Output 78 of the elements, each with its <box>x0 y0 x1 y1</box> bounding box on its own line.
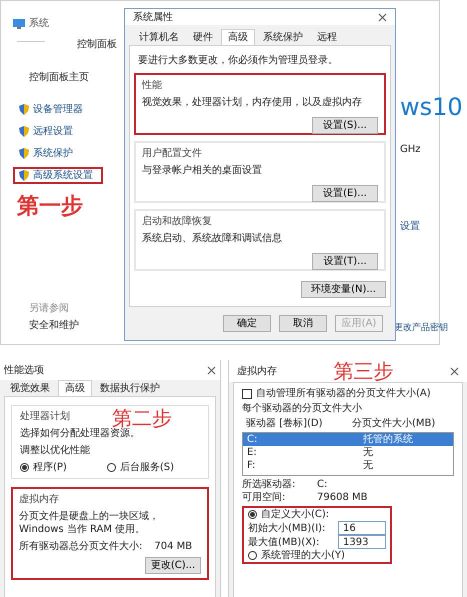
radio-label: 自定义大小(C): <box>261 508 330 521</box>
radio-button[interactable] <box>106 463 116 472</box>
close-icon[interactable] <box>207 366 216 374</box>
settings-link[interactable]: 设置 <box>400 220 420 233</box>
dialog-title: 性能选项 <box>4 364 44 376</box>
window-title: 系统 <box>29 17 49 30</box>
section-label: 每个驱动器的分页文件大小 <box>242 402 363 415</box>
tab[interactable]: 高级 <box>58 380 92 396</box>
step-label: 第三步 <box>334 359 394 383</box>
tab[interactable]: 系统保护 <box>257 29 309 45</box>
breadcrumb[interactable]: 控制面板 <box>77 38 117 51</box>
shield-icon <box>19 126 29 137</box>
group-title: 处理器计划 <box>20 410 70 423</box>
field-label: 最大值(MB)(X): <box>248 536 320 548</box>
tab[interactable]: 高级 <box>221 29 255 45</box>
shield-icon <box>19 170 29 181</box>
drive-row[interactable]: E: 无 <box>243 446 453 459</box>
edition-text: ws10 <box>400 95 463 119</box>
close-icon[interactable] <box>378 12 387 22</box>
sidebar-item[interactable]: 系统保护 <box>13 145 103 162</box>
sidebar-item[interactable]: 设备管理器 <box>13 101 103 118</box>
group-description: 系统启动、系统故障和调试信息 <box>142 232 282 245</box>
dialog-title: 虚拟内存 <box>237 364 277 378</box>
field-value: 704 MB <box>154 540 192 553</box>
notice-text: 要进行大多数更改，你必须作为管理员登录。 <box>138 54 338 67</box>
dialog-button[interactable]: 设置(T)... <box>312 253 378 270</box>
column-header: 驱动器 [卷标](D) <box>245 417 324 430</box>
dialog-button[interactable]: 设置(E)... <box>312 185 378 202</box>
group-description: 选择如何分配处理器资源。 <box>20 428 140 440</box>
step-label: 第一步 <box>17 193 84 221</box>
radio-button[interactable] <box>20 463 29 472</box>
checkbox[interactable] <box>242 388 252 398</box>
column-header: 分页文件大小(MB) <box>352 417 436 430</box>
drive-row[interactable]: C: 托管的系统 <box>243 433 453 446</box>
radio-label: 系统管理的大小(Y) <box>261 549 345 562</box>
drive-row[interactable]: F: 无 <box>243 459 453 472</box>
field-label: 初始大小(MB)(I): <box>248 522 326 534</box>
dialog-title: 系统属性 <box>133 10 173 24</box>
group-title: 虚拟内存 <box>19 493 59 506</box>
tab[interactable]: 数据执行保护 <box>94 380 166 396</box>
group-prompt: 调整以优化性能 <box>20 444 90 457</box>
group-title: 性能 <box>142 79 162 92</box>
close-icon[interactable] <box>450 366 459 376</box>
spec-text: GHz <box>400 143 421 156</box>
group-description: 与登录帐户相关的桌面设置 <box>142 164 262 177</box>
group-title: 启动和故障恢复 <box>142 215 212 228</box>
radio-button[interactable] <box>248 551 257 560</box>
field-label: 所选驱动器: <box>242 478 296 491</box>
radio-label: 程序(P) <box>33 461 67 474</box>
dialog-button[interactable]: 设置(S)... <box>312 117 378 134</box>
field-label: 所有驱动器总分页文件大小: <box>19 540 142 553</box>
radio-button[interactable] <box>248 510 257 519</box>
sidebar-item[interactable]: 远程设置 <box>13 123 103 140</box>
sidebar-link[interactable]: 控制面板主页 <box>29 71 103 84</box>
input-field[interactable]: 16 <box>338 521 386 535</box>
shield-icon <box>19 104 29 115</box>
dialog-button[interactable]: 更改(C)... <box>145 557 201 574</box>
tab[interactable]: 硬件 <box>187 29 219 45</box>
dialog-button[interactable]: 环境变量(N)... <box>301 281 386 298</box>
tab[interactable]: 视觉效果 <box>4 380 56 396</box>
tab[interactable]: 计算机名 <box>133 29 185 45</box>
section-heading: 另请参阅 <box>29 302 69 315</box>
dialog-button[interactable]: 确定 <box>223 315 271 332</box>
radio-label: 后台服务(S) <box>120 461 174 474</box>
dialog-button[interactable]: 取消 <box>279 315 327 332</box>
input-field[interactable]: 1393 <box>338 535 386 549</box>
tab[interactable]: 远程 <box>311 29 343 45</box>
shield-icon <box>19 148 29 159</box>
field-value: C: <box>317 478 328 491</box>
field-label: 可用空间: <box>242 491 286 504</box>
sidebar-item[interactable]: 高级系统设置 <box>13 167 103 184</box>
sidebar-link[interactable]: 安全和维护 <box>29 319 79 332</box>
field-value: 79608 MB <box>317 491 368 504</box>
checkbox-label: 自动管理所有驱动器的分页文件大小(A) <box>256 387 431 400</box>
group-title: 用户配置文件 <box>142 147 202 160</box>
group-description: 视觉效果，处理器计划，内存使用，以及虚拟内存 <box>142 96 362 109</box>
monitor-icon <box>13 18 25 28</box>
group-description: 分页文件是硬盘上的一块区域，Windows 当作 RAM 使用。 <box>19 510 160 536</box>
